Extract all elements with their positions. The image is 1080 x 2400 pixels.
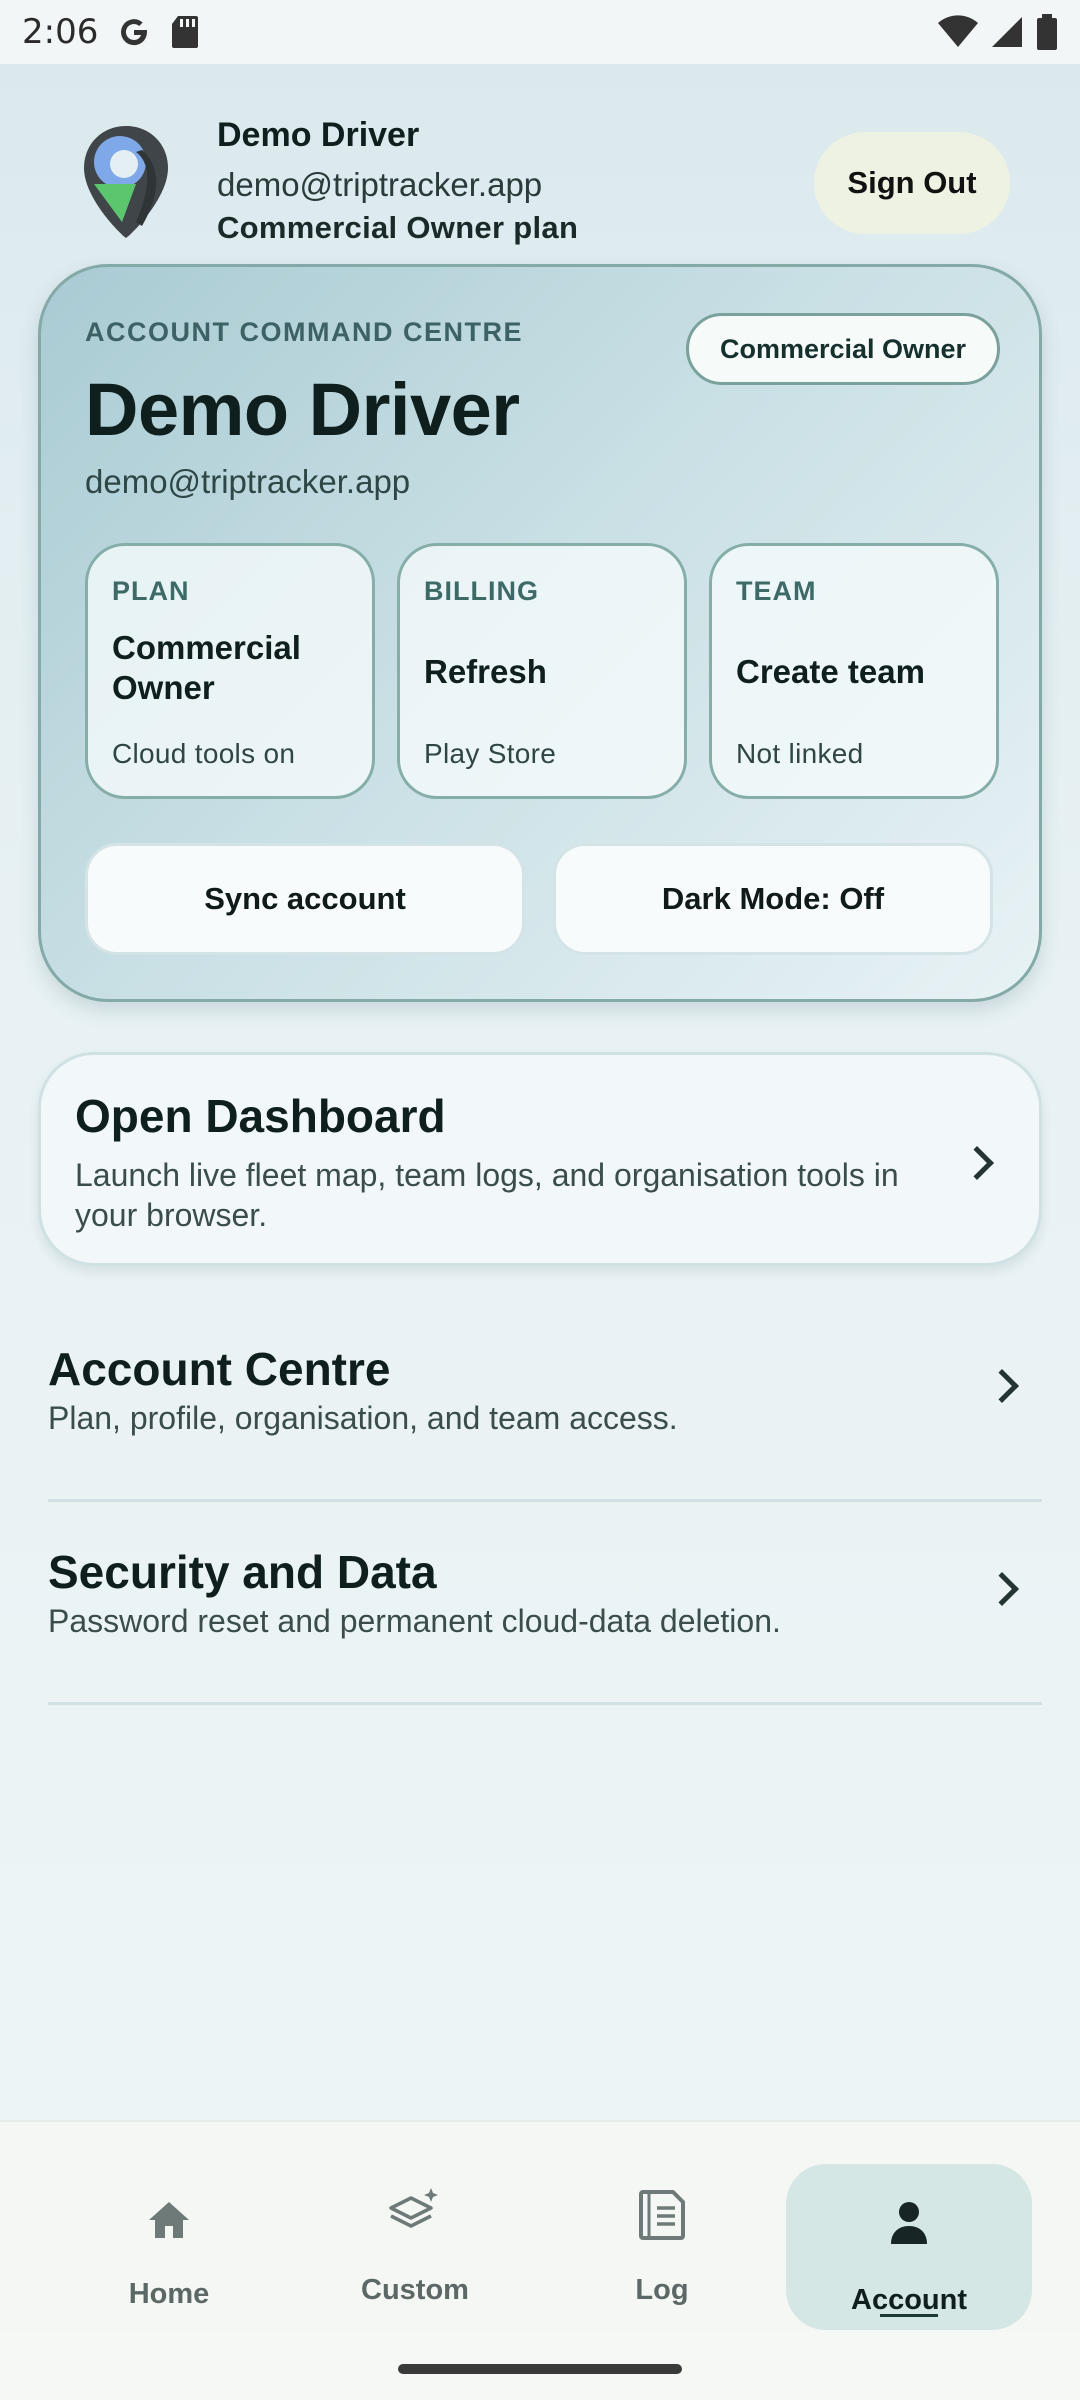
triptracker-logo-icon — [84, 126, 168, 238]
nav-custom[interactable]: Custom — [292, 2122, 538, 2334]
gesture-handle[interactable] — [398, 2364, 682, 2374]
plan-tile-heading: PLAN — [112, 576, 190, 606]
plan-tile[interactable]: PLAN Commercial Owner Cloud tools on — [85, 543, 375, 799]
security-and-data-row[interactable]: Security and Data Password reset and per… — [48, 1545, 1042, 1705]
nav-account-underline — [880, 2314, 938, 2317]
account-command-centre-card: ACCOUNT COMMAND CENTRE Commercial Owner … — [38, 264, 1042, 1002]
nav-log[interactable]: Log — [539, 2122, 785, 2334]
account-centre-description: Plan, profile, organisation, and team ac… — [48, 1400, 678, 1436]
wifi-icon — [938, 15, 978, 47]
sync-account-button[interactable]: Sync account — [85, 843, 525, 955]
nav-account[interactable]: Account — [786, 2122, 1032, 2334]
security-and-data-title: Security and Data — [48, 1546, 437, 1598]
nav-custom-label: Custom — [361, 2274, 469, 2306]
header-user-name: Demo Driver — [217, 116, 420, 154]
team-tile-value: Create team — [736, 653, 925, 690]
billing-tile-subtext: Play Store — [424, 738, 557, 769]
plan-tile-subtext: Cloud tools on — [112, 738, 296, 769]
status-bar: 2:06 — [0, 0, 1080, 64]
bottom-navigation: Home Custom Log Account — [0, 2120, 1080, 2332]
chevron-right-icon — [985, 1369, 1019, 1403]
command-centre-label: ACCOUNT COMMAND CENTRE — [85, 317, 523, 347]
google-icon — [121, 19, 148, 46]
header-plan: Commercial Owner plan — [217, 210, 579, 245]
dark-mode-toggle-button[interactable]: Dark Mode: Off — [553, 843, 993, 955]
sign-out-button[interactable]: Sign Out — [814, 132, 1010, 234]
team-tile-heading: TEAM — [736, 576, 817, 606]
open-dashboard-description: Launch live fleet map, team logs, and or… — [75, 1157, 899, 1233]
layers-sparkle-icon — [389, 2188, 438, 2228]
nav-home[interactable]: Home — [46, 2122, 292, 2334]
billing-tile-value: Refresh — [424, 653, 547, 690]
command-centre-email: demo@triptracker.app — [85, 463, 411, 500]
signal-icon — [992, 17, 1022, 47]
nav-log-label: Log — [635, 2274, 689, 2306]
chevron-right-icon — [985, 1572, 1019, 1606]
role-badge: Commercial Owner — [686, 313, 1000, 385]
account-header: Demo Driver demo@triptracker.app Commerc… — [0, 100, 1080, 260]
nav-home-label: Home — [128, 2278, 210, 2310]
plan-tile-value: Commercial Owner — [112, 629, 301, 706]
home-icon — [149, 2202, 189, 2238]
team-tile[interactable]: TEAM Create team Not linked — [709, 543, 999, 799]
account-centre-title: Account Centre — [48, 1343, 391, 1395]
person-icon — [891, 2202, 927, 2244]
billing-tile-heading: BILLING — [424, 576, 539, 606]
command-centre-name: Demo Driver — [85, 368, 520, 451]
header-user-email: demo@triptracker.app — [217, 166, 543, 203]
status-time: 2:06 — [22, 12, 99, 52]
team-tile-subtext: Not linked — [736, 738, 864, 769]
account-centre-row[interactable]: Account Centre Plan, profile, organisati… — [48, 1342, 1042, 1502]
nav-account-label: Account — [851, 2284, 967, 2316]
chevron-right-icon — [960, 1146, 994, 1180]
security-and-data-description: Password reset and permanent cloud-data … — [48, 1603, 781, 1639]
billing-tile[interactable]: BILLING Refresh Play Store — [397, 543, 687, 799]
open-dashboard-title: Open Dashboard — [75, 1090, 446, 1142]
battery-icon — [1037, 14, 1057, 50]
document-icon — [639, 2190, 685, 2240]
open-dashboard-card[interactable]: Open Dashboard Launch live fleet map, te… — [38, 1052, 1042, 1266]
sd-card-icon — [172, 16, 199, 48]
